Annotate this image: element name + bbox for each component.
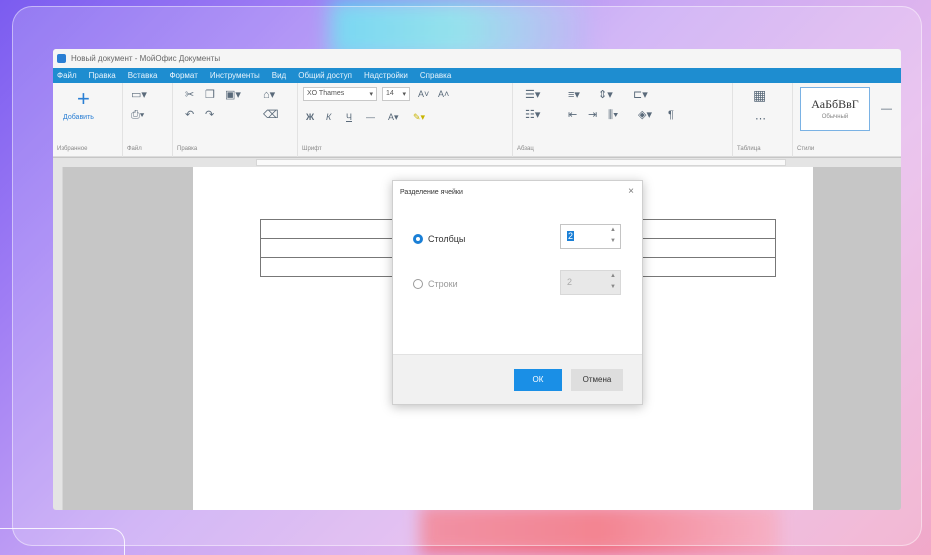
menu-item-file[interactable]: Файл <box>57 71 77 80</box>
bullet-list-icon[interactable]: ☰▾ <box>525 89 540 101</box>
align-icon[interactable]: ≡▾ <box>568 89 580 101</box>
split-cell-dialog: Разделение ячейки × Столбцы 2 ▲ ▼ Строки… <box>392 180 643 405</box>
copy-icon[interactable]: ❐ <box>205 89 215 101</box>
ribbon-group-paragraph: ☰▾ ≡▾ ⇕▾ ⊏▾ ☷▾ ⇤ ⇥ ⫼▾ ◈▾ ¶ Абзац <box>513 83 733 157</box>
application-window: Новый документ - МойОфис Документы Файл … <box>53 49 901 510</box>
print-icon[interactable]: ⎙▾ <box>131 109 144 121</box>
dialog-footer: ОК Отмена <box>393 354 642 404</box>
spinner-up-icon: ▲ <box>610 273 616 279</box>
menu-bar: Файл Правка Вставка Формат Инструменты В… <box>53 68 901 83</box>
underline-icon[interactable]: Ч <box>346 111 352 123</box>
columns-label: Столбцы <box>428 234 466 244</box>
font-color-icon[interactable]: A▾ <box>388 111 399 123</box>
ok-button[interactable]: ОК <box>514 369 562 391</box>
bold-icon[interactable]: Ж <box>306 111 314 123</box>
columns-radio[interactable] <box>413 234 423 244</box>
ribbon-group-file: ▭▾ ⎙▾ Файл <box>123 83 173 157</box>
add-plus-icon[interactable]: + <box>77 88 90 110</box>
menu-item-view[interactable]: Вид <box>272 71 286 80</box>
pilcrow-icon[interactable]: ¶ <box>668 109 674 121</box>
font-size-value: 14 <box>386 90 394 97</box>
decrease-indent-icon[interactable]: ⇤ <box>568 109 577 121</box>
columns-value[interactable]: 2 <box>567 231 575 241</box>
fill-color-icon[interactable]: ◈▾ <box>638 109 652 121</box>
rows-radio[interactable] <box>413 279 423 289</box>
clear-format-icon[interactable]: ⌫ <box>263 109 279 121</box>
title-bar: Новый документ - МойОфис Документы <box>53 49 901 68</box>
ribbon-group-table: ▦ ⋯ Таблица <box>733 83 793 157</box>
redo-icon[interactable]: ↷ <box>205 109 214 121</box>
style-name-text: Обычный <box>821 114 849 120</box>
more-icon[interactable]: ⋯ <box>755 113 766 125</box>
style-preview-normal[interactable]: АаБбВвГ Обычный <box>800 87 870 131</box>
styles-more-icon[interactable]: — <box>881 103 892 115</box>
group-label-font: Шрифт <box>302 146 322 152</box>
spinner-up-icon[interactable]: ▲ <box>610 227 616 233</box>
undo-icon[interactable]: ↶ <box>185 109 194 121</box>
menu-item-sharing[interactable]: Общий доступ <box>298 71 352 80</box>
menu-item-tools[interactable]: Инструменты <box>210 71 260 80</box>
menu-item-edit[interactable]: Правка <box>89 71 116 80</box>
ribbon-group-font: XO Thames ▾ 14 ▾ A˅ A˄ Ж К Ч — A▾ ✎▾ Шрифт <box>298 83 513 157</box>
spinner-down-icon: ▼ <box>610 284 616 290</box>
menu-item-format[interactable]: Формат <box>169 71 197 80</box>
app-logo-icon <box>57 54 66 63</box>
spinner-down-icon[interactable]: ▼ <box>610 238 616 244</box>
menu-item-help[interactable]: Справка <box>420 71 451 80</box>
format-painter-icon[interactable]: ⌂▾ <box>263 89 275 101</box>
window-title: Новый документ - МойОфис Документы <box>71 54 221 63</box>
font-name-value: XO Thames <box>307 90 345 97</box>
group-label-edit: Правка <box>177 146 198 152</box>
decrease-font-icon[interactable]: A˅ <box>418 88 429 100</box>
ribbon-group-styles: АаБбВвГ Обычный — Стили <box>793 83 901 157</box>
ruler-page-area <box>256 159 786 166</box>
rows-label: Строки <box>428 279 458 289</box>
style-sample-text: АаБбВвГ <box>811 97 859 111</box>
group-label-styles: Стили <box>797 146 815 152</box>
group-label-table: Таблица <box>737 146 761 152</box>
highlight-icon[interactable]: ✎▾ <box>413 111 425 123</box>
menu-item-addons[interactable]: Надстройки <box>364 71 408 80</box>
columns-icon[interactable]: ⫼▾ <box>608 109 618 121</box>
table-grid-icon[interactable]: ▦ <box>753 88 766 102</box>
font-size-select[interactable]: 14 ▾ <box>382 87 410 101</box>
line-spacing-icon[interactable]: ⇕▾ <box>598 89 613 101</box>
columns-spinner[interactable]: 2 ▲ ▼ <box>560 224 621 249</box>
increase-font-icon[interactable]: A˄ <box>438 88 449 100</box>
corner-decoration <box>0 528 125 555</box>
font-name-select[interactable]: XO Thames ▾ <box>303 87 377 101</box>
group-label-insert: Избранное <box>57 146 88 152</box>
italic-icon[interactable]: К <box>326 111 331 123</box>
add-button-label[interactable]: Добавить <box>63 114 94 121</box>
increase-indent-icon[interactable]: ⇥ <box>588 109 597 121</box>
save-icon[interactable]: ▭▾ <box>131 89 147 101</box>
borders-icon[interactable]: ⊏▾ <box>633 89 648 101</box>
ribbon-group-insert: + Добавить Избранное <box>53 83 123 157</box>
strikethrough-icon[interactable]: — <box>366 111 375 123</box>
close-icon[interactable]: × <box>628 186 634 197</box>
paste-icon[interactable]: ▣▾ <box>225 89 241 101</box>
cut-icon[interactable]: ✂ <box>185 89 194 101</box>
cancel-button[interactable]: Отмена <box>571 369 623 391</box>
vertical-ruler <box>53 167 63 510</box>
dialog-title: Разделение ячейки <box>400 189 463 196</box>
ribbon-group-edit: ✂ ❐ ▣▾ ↶ ↷ ⌂▾ ⌫ Правка <box>173 83 298 157</box>
rows-value: 2 <box>567 277 573 287</box>
menu-item-insert[interactable]: Вставка <box>128 71 158 80</box>
ribbon-toolbar: + Добавить Избранное ▭▾ ⎙▾ Файл ✂ ❐ ▣▾ ↶… <box>53 83 901 157</box>
group-label-paragraph: Абзац <box>517 146 534 152</box>
horizontal-ruler <box>53 158 901 167</box>
numbered-list-icon[interactable]: ☷▾ <box>525 109 540 121</box>
rows-spinner: 2 ▲ ▼ <box>560 270 621 295</box>
group-label-file: Файл <box>127 146 142 152</box>
